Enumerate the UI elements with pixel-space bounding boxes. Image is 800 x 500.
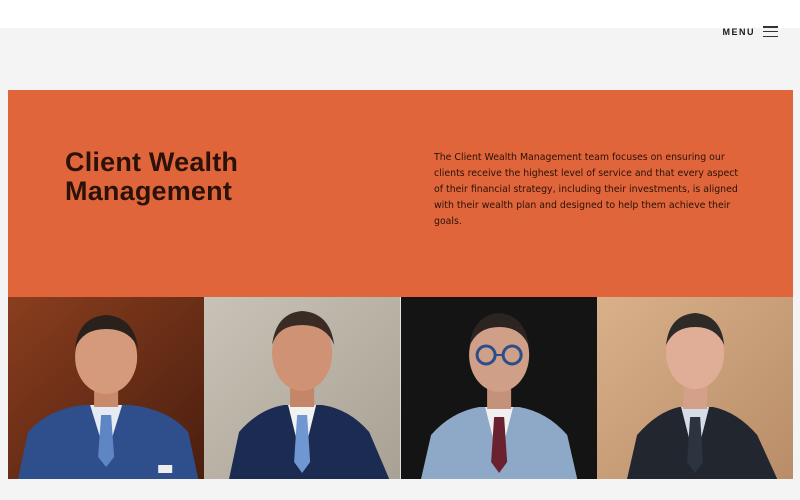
team-member-photo (400, 297, 597, 479)
team-member-photo (596, 297, 793, 479)
team-photos (8, 297, 793, 479)
hero-description: The Client Wealth Management team focuse… (434, 152, 739, 227)
page-title: Client Wealth Management (65, 147, 239, 206)
hamburger-icon (763, 26, 778, 37)
top-bar (0, 0, 800, 28)
menu-label: MENU (722, 26, 755, 37)
team-member-photo (204, 297, 401, 479)
menu-button[interactable]: MENU (722, 26, 778, 37)
team-member-photo (8, 297, 205, 479)
hero-banner: Client Wealth Management The Client Weal… (8, 90, 793, 297)
